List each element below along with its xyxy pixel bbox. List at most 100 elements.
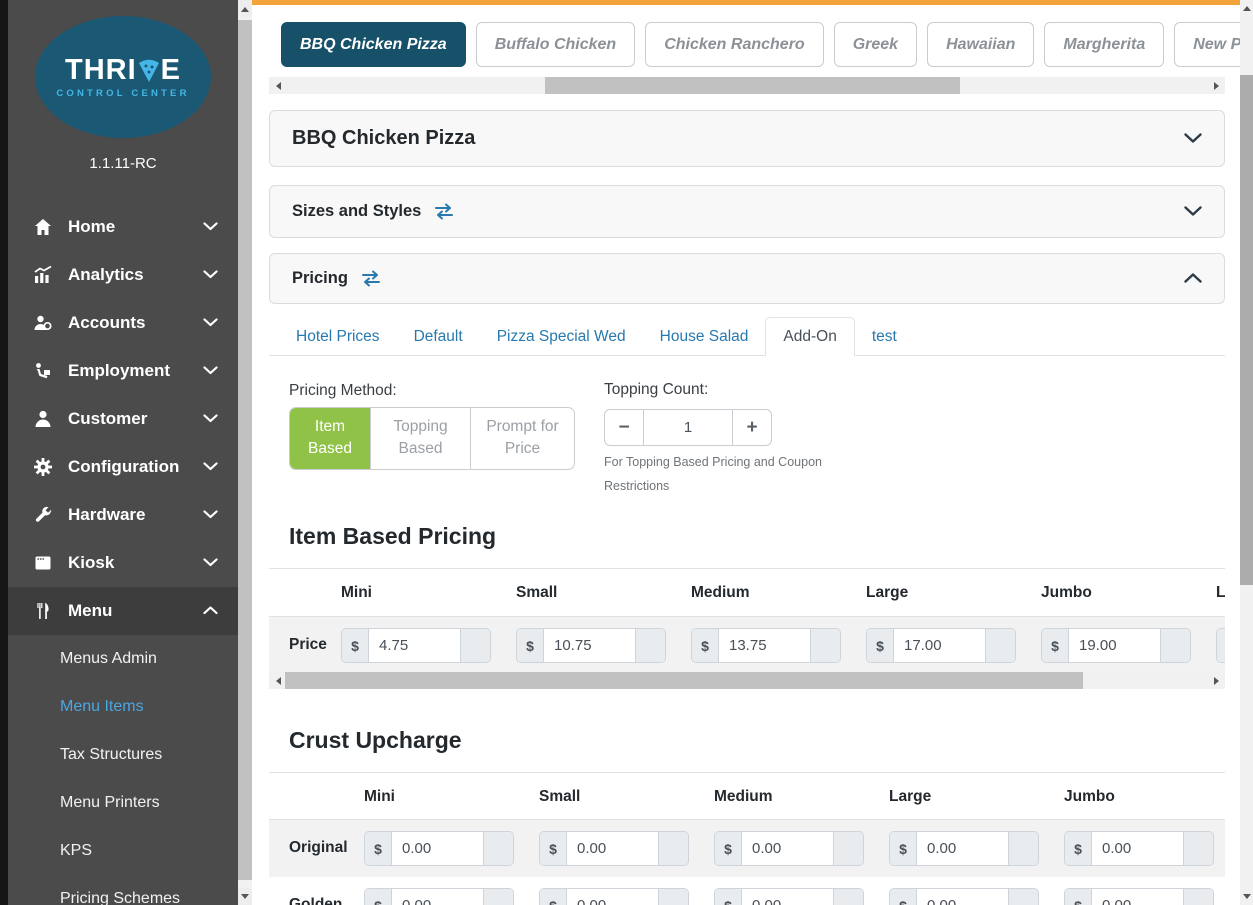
scroll-left-arrow[interactable] [269,77,286,94]
upcharge-input[interactable] [917,832,1008,865]
sidebar-item-home[interactable]: Home [8,203,238,251]
item-tab-buffalo-chicken[interactable]: Buffalo Chicken [476,22,636,67]
upcharge-input[interactable] [567,889,658,905]
table-row: Price $ $ $ $ $ [269,617,1225,674]
topping-count-stepper: − 1 + [604,409,772,446]
price-input[interactable] [719,629,810,662]
upcharge-input[interactable] [1092,889,1183,905]
currency-prefix: $ [1065,832,1092,865]
sidebar-item-hardware[interactable]: Hardware [8,491,238,539]
item-tabs-scrollbar[interactable] [269,77,1225,94]
sidebar-scrollbar[interactable] [238,0,252,905]
tab-pizza-special-wed[interactable]: Pizza Special Wed [480,317,643,356]
pricing-table-scrollbar[interactable] [269,672,1225,689]
tab-hotel-prices[interactable]: Hotel Prices [279,317,397,356]
currency-prefix: $ [715,889,742,905]
scroll-up-arrow[interactable] [1240,0,1253,16]
main-scrollbar-thumb[interactable] [1240,75,1253,585]
crust-upcharge-table: Mini Small Medium Large Jumbo Original $… [269,772,1225,905]
tab-label: test [872,328,897,346]
item-tab-label: New Pizza [1193,36,1240,54]
employment-icon [32,361,54,381]
item-tab-hawaiian[interactable]: Hawaiian [927,22,1034,67]
sidebar-subitem-menu-printers[interactable]: Menu Printers [8,779,238,827]
column-header: Small [539,788,580,806]
currency-prefix: $ [890,889,917,905]
upcharge-input-group-small: $ [539,831,689,866]
item-tab-margherita[interactable]: Margherita [1044,22,1164,67]
sidebar-subitem-menus-admin[interactable]: Menus Admin [8,635,238,683]
upcharge-input[interactable] [1092,832,1183,865]
sidebar-subitem-pricing-schemes[interactable]: Pricing Schemes [8,875,238,905]
sidebar-item-customer[interactable]: Customer [8,395,238,443]
pizza-slice-icon [138,58,160,83]
tab-test[interactable]: test [855,317,914,356]
currency-prefix: $ [715,832,742,865]
scroll-up-arrow[interactable] [238,0,252,17]
tab-label: House Salad [660,328,749,346]
item-tab-chicken-ranchero[interactable]: Chicken Ranchero [645,22,823,67]
wrench-icon [32,505,54,525]
pricing-method-item-based-button[interactable]: Item Based [290,408,370,469]
scroll-left-arrow[interactable] [269,672,286,689]
table-header-row: Mini Small Medium Large Jumbo Lg [269,568,1225,617]
scroll-down-arrow[interactable] [238,888,252,905]
sidebar-scrollbar-thumb[interactable] [238,20,252,880]
sidebar-item-menu[interactable]: Menu [8,587,238,635]
main-scrollbar[interactable] [1240,0,1253,905]
sidebar-item-accounts[interactable]: Accounts [8,299,238,347]
tab-add-on[interactable]: Add-On [765,317,854,356]
upcharge-input[interactable] [392,889,483,905]
price-input[interactable] [1069,629,1160,662]
tab-label: Add-On [783,328,836,346]
pricing-method-topping-based-button[interactable]: Topping Based [370,408,470,469]
price-input[interactable] [894,629,985,662]
table-row: Original $ $ $ $ $ [269,820,1225,877]
scroll-right-arrow[interactable] [1208,672,1225,689]
currency-prefix: $ [540,832,567,865]
decrement-button[interactable]: − [604,409,644,446]
topping-count-value[interactable]: 1 [644,409,732,446]
subitem-label: Menu Printers [60,794,160,812]
upcharge-input[interactable] [742,832,833,865]
upcharge-input[interactable] [392,832,483,865]
pricing-method-group: Item Based Topping Based Prompt for Pric… [289,407,575,470]
accordion-item-name[interactable]: BBQ Chicken Pizza [269,110,1225,167]
upcharge-input[interactable] [742,889,833,905]
sidebar-item-analytics[interactable]: Analytics [8,251,238,299]
item-tab-bbq-chicken-pizza[interactable]: BBQ Chicken Pizza [281,22,466,67]
sidebar-subitem-kps[interactable]: KPS [8,827,238,875]
scroll-right-arrow[interactable] [1208,77,1225,94]
item-tabs-scrollbar-thumb[interactable] [545,77,960,94]
item-based-pricing-title: Item Based Pricing [289,523,496,550]
accordion-pricing[interactable]: Pricing [269,253,1225,304]
price-input[interactable] [544,629,635,662]
pricing-method-prompt-for-price-button[interactable]: Prompt for Price [470,408,574,469]
app-version: 1.1.11-RC [8,155,238,172]
column-header: Jumbo [1041,584,1092,602]
main-content: BBQ Chicken Pizza Buffalo Chicken Chicke… [252,0,1240,905]
sidebar-item-employment[interactable]: Employment [8,347,238,395]
input-addon [483,889,513,905]
upcharge-input[interactable] [917,889,1008,905]
sidebar-item-configuration[interactable]: Configuration [8,443,238,491]
upcharge-input-group-small: $ [539,888,689,905]
price-input[interactable] [369,629,460,662]
input-addon [1183,832,1213,865]
currency-prefix: $ [1217,629,1225,662]
upcharge-input[interactable] [567,832,658,865]
item-tab-new-pizza[interactable]: New Pizza [1174,22,1240,67]
chevron-down-icon [1184,133,1202,144]
item-tab-greek[interactable]: Greek [834,22,917,67]
sidebar-item-label: Employment [68,361,203,381]
pricing-table-scrollbar-thumb[interactable] [285,672,1083,689]
sidebar-subitem-tax-structures[interactable]: Tax Structures [8,731,238,779]
increment-button[interactable]: + [732,409,772,446]
logo-text-left: THRI [65,56,137,85]
tab-house-salad[interactable]: House Salad [643,317,766,356]
sidebar-item-kiosk[interactable]: Kiosk [8,539,238,587]
accordion-sizes-styles[interactable]: Sizes and Styles [269,185,1225,238]
scroll-down-arrow[interactable] [1240,889,1253,905]
tab-default[interactable]: Default [397,317,480,356]
sidebar-subitem-menu-items[interactable]: Menu Items [8,683,238,731]
